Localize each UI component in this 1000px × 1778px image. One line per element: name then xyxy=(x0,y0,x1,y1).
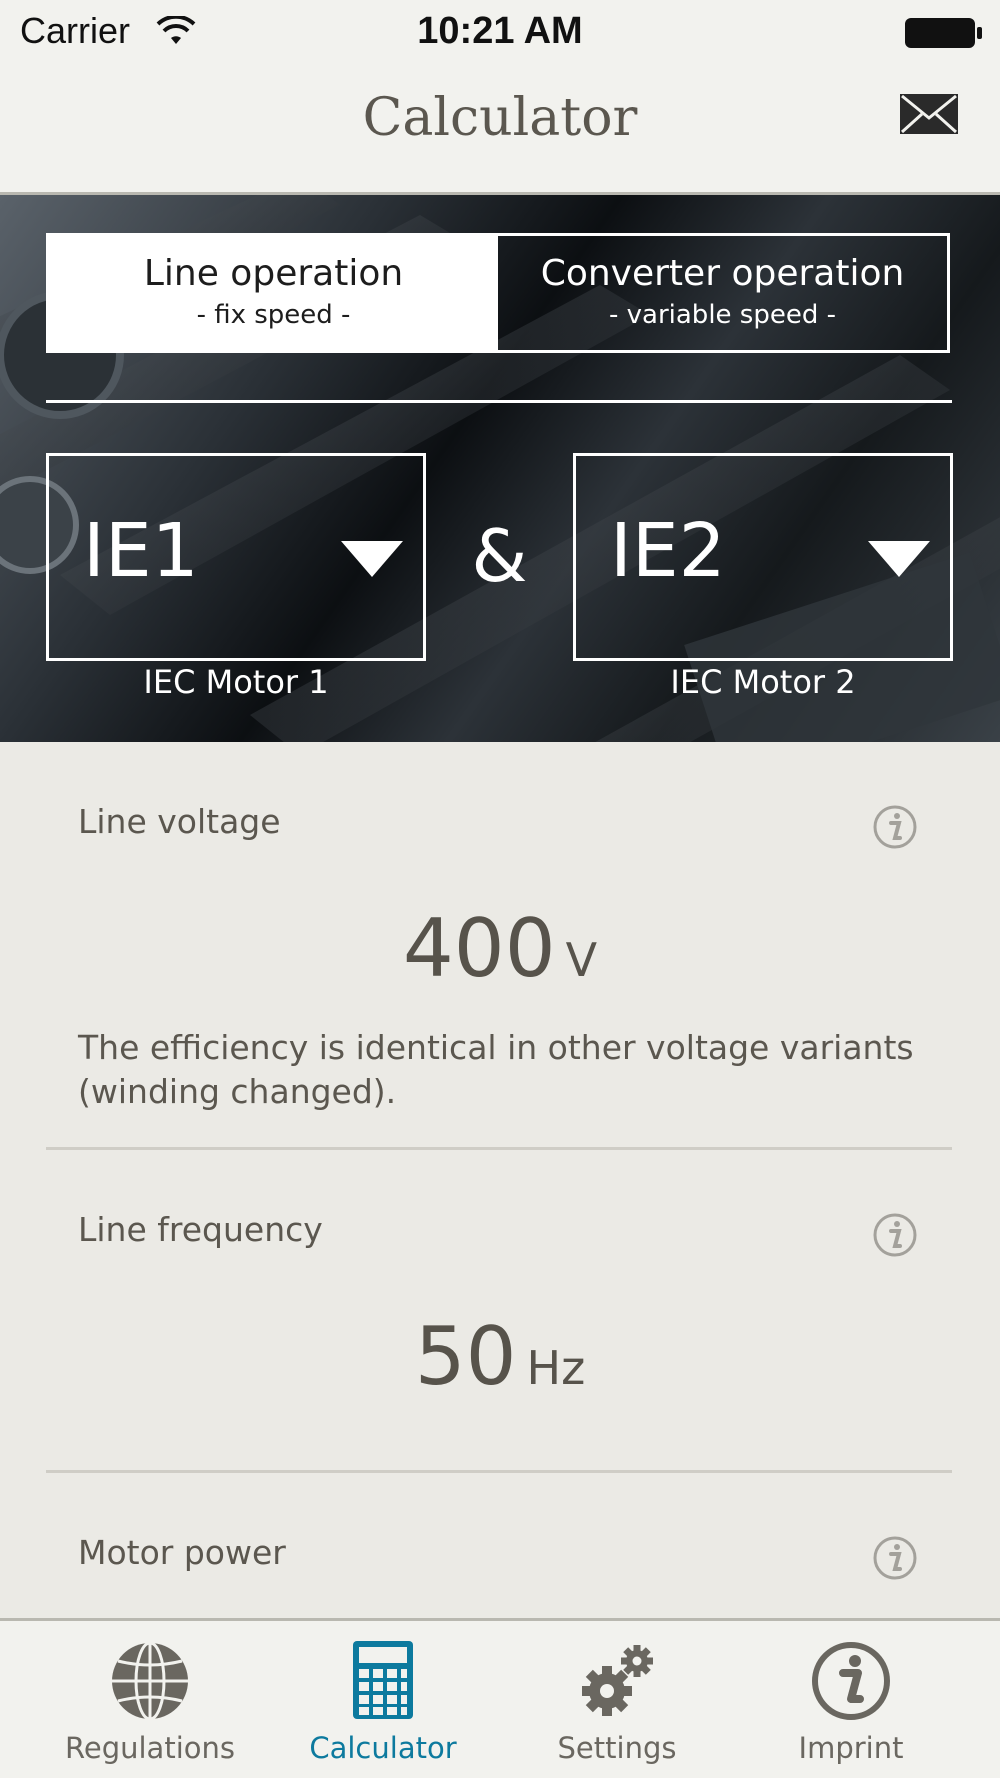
tab-regulations[interactable]: Regulations xyxy=(30,1621,270,1778)
chevron-down-icon xyxy=(868,541,930,577)
line-voltage-value: 400 V xyxy=(0,902,1000,995)
tab-calculator-label: Calculator xyxy=(309,1731,457,1765)
info-icon[interactable] xyxy=(872,804,918,850)
motor2-caption: IEC Motor 2 xyxy=(670,663,856,701)
separator xyxy=(46,1147,952,1150)
calculator-icon xyxy=(353,1641,413,1719)
tab-regulations-label: Regulations xyxy=(65,1731,235,1765)
converter-operation-subtitle: - variable speed - xyxy=(609,300,836,330)
motor1-efficiency-dropdown[interactable]: IE1 xyxy=(46,453,426,661)
operation-mode-switch: Line operation - fix speed - Converter o… xyxy=(46,233,950,353)
motor2-efficiency-value: IE2 xyxy=(610,508,726,594)
mail-icon[interactable] xyxy=(898,90,960,140)
separator xyxy=(46,1470,952,1473)
globe-icon xyxy=(112,1641,188,1721)
tab-bar: Regulations Calculator Settings Imprint xyxy=(0,1618,1000,1778)
tab-calculator[interactable]: Calculator xyxy=(263,1621,503,1778)
gears-icon xyxy=(582,1645,653,1716)
line-frequency-value: 50 Hz xyxy=(0,1310,1000,1403)
line-frequency-unit: Hz xyxy=(526,1341,586,1395)
tab-imprint[interactable]: Imprint xyxy=(731,1621,971,1778)
line-voltage-number: 400 xyxy=(402,902,556,995)
status-bar: Carrier 10:21 AM xyxy=(0,0,1000,66)
motor-selection-panel: Line operation - fix speed - Converter o… xyxy=(0,195,1000,742)
hero-divider xyxy=(46,400,952,403)
motor1-caption: IEC Motor 1 xyxy=(143,663,329,701)
line-frequency-label: Line frequency xyxy=(78,1210,323,1249)
parameters-list: Line voltage 400 V The efficiency is iden… xyxy=(0,742,1000,1618)
line-frequency-number: 50 xyxy=(414,1310,517,1403)
converter-operation-title: Converter operation xyxy=(540,253,905,294)
line-operation-subtitle: - fix speed - xyxy=(196,300,351,330)
info-icon[interactable] xyxy=(872,1535,918,1581)
motor1-efficiency-value: IE1 xyxy=(83,508,199,594)
info-icon xyxy=(812,1642,890,1720)
app-screen: Carrier 10:21 AM Calculator Line operati… xyxy=(0,0,1000,1778)
converter-operation-tab[interactable]: Converter operation - variable speed - xyxy=(498,236,947,350)
status-time: 10:21 AM xyxy=(417,10,583,52)
chevron-down-icon xyxy=(341,541,403,577)
motor-comparison-ampersand: & xyxy=(471,514,528,598)
motor-power-label: Motor power xyxy=(78,1533,286,1572)
line-operation-title: Line operation xyxy=(143,253,404,294)
motor2-efficiency-dropdown[interactable]: IE2 xyxy=(573,453,953,661)
tab-imprint-label: Imprint xyxy=(798,1731,904,1765)
tab-settings[interactable]: Settings xyxy=(497,1621,737,1778)
line-operation-tab[interactable]: Line operation - fix speed - xyxy=(49,236,498,350)
line-voltage-label: Line voltage xyxy=(78,802,281,841)
line-voltage-unit: V xyxy=(565,933,598,987)
navigation-bar: Calculator xyxy=(0,66,1000,195)
tab-settings-label: Settings xyxy=(557,1731,677,1765)
info-icon[interactable] xyxy=(872,1212,918,1258)
battery-icon xyxy=(905,18,982,48)
page-title: Calculator xyxy=(362,88,638,148)
line-voltage-note: The efficiency is identical in other vol… xyxy=(78,1028,914,1111)
